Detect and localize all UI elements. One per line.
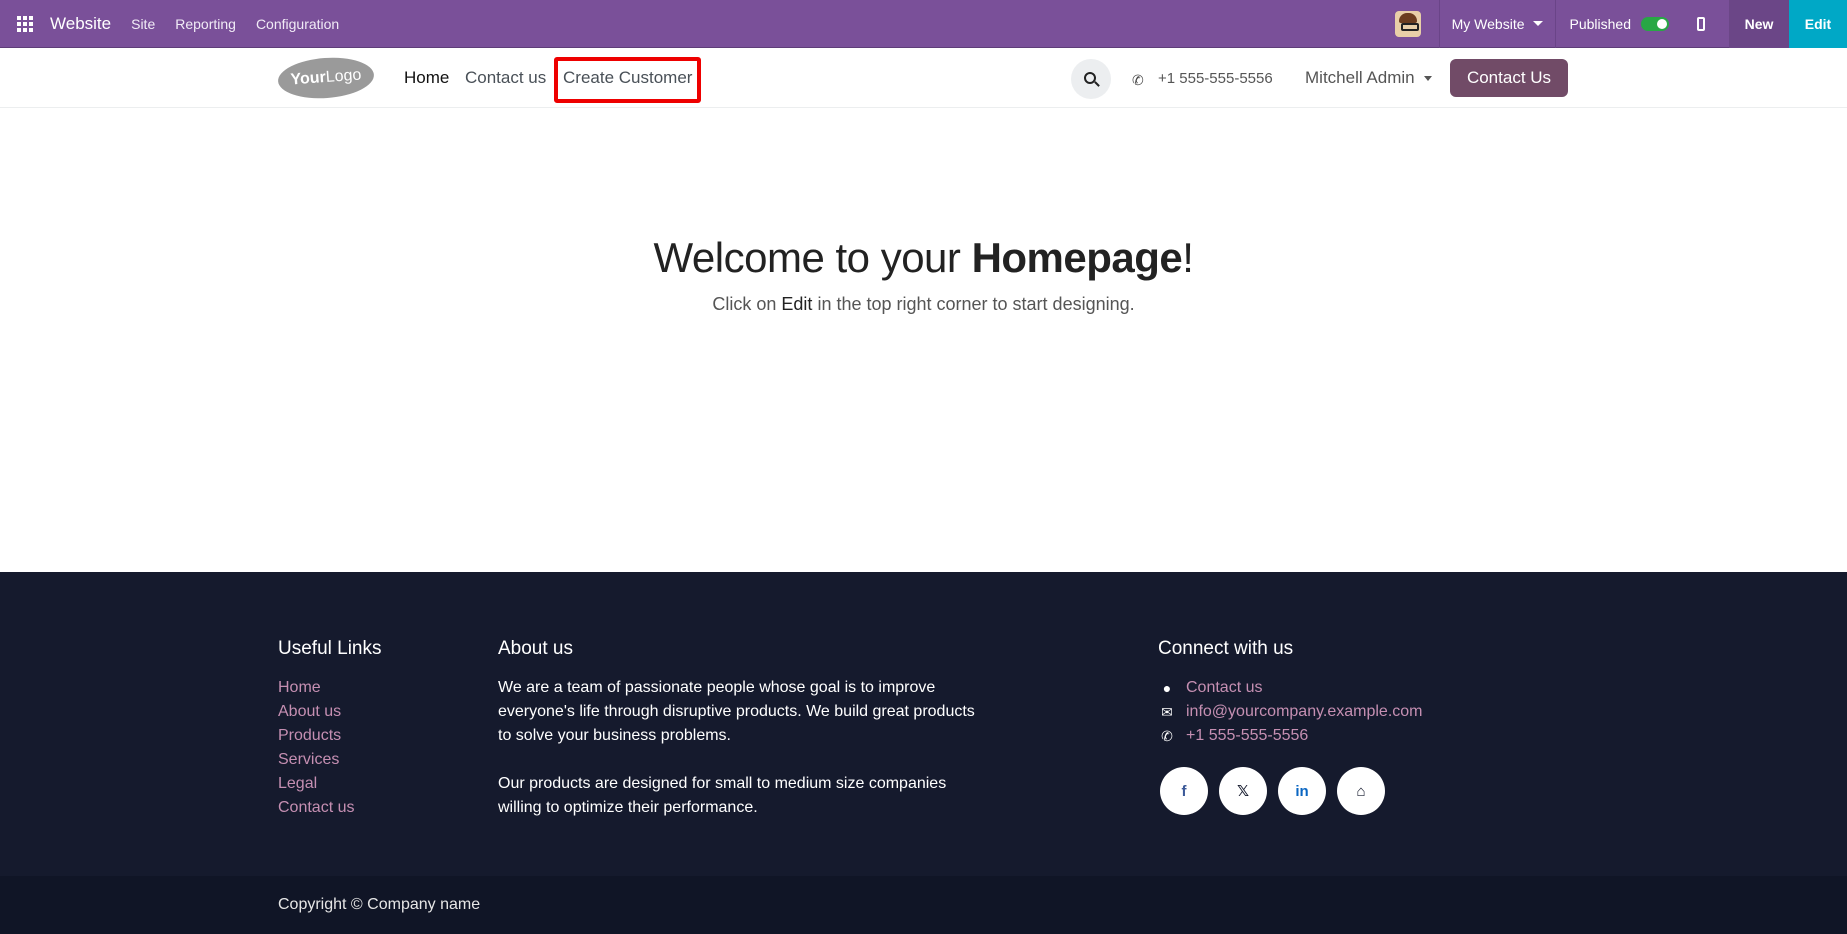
published-label: Published	[1569, 15, 1632, 32]
admin-topbar: Website Site Reporting Configuration My …	[0, 0, 1847, 48]
phone-icon: ✆	[1132, 72, 1144, 88]
about-line: to solve your business problems.	[498, 727, 731, 744]
menu-site[interactable]: Site	[131, 16, 155, 32]
chevron-down-icon	[1424, 76, 1432, 81]
footer-link-services[interactable]: Services	[278, 751, 339, 769]
app-name[interactable]: Website	[50, 14, 111, 34]
user-menu[interactable]: Mitchell Admin	[1305, 68, 1415, 88]
highlight-box	[554, 57, 701, 103]
contact-us-button[interactable]: Contact Us	[1450, 59, 1568, 97]
copyright-text: Copyright © Company name	[278, 896, 481, 913]
footer-link-home[interactable]: Home	[278, 679, 321, 697]
website-selector[interactable]: My Website	[1438, 0, 1556, 48]
facebook-icon[interactable]: f	[1160, 767, 1208, 815]
envelope-icon: ✉	[1161, 704, 1173, 720]
search-icon	[1084, 72, 1096, 84]
about-title: About us	[498, 638, 573, 659]
footer-link-products[interactable]: Products	[278, 727, 341, 745]
about-line: everyone's life through disruptive produ…	[498, 703, 975, 720]
website-selector-label: My Website	[1451, 15, 1525, 32]
site-header: Your Logo Home Contact us Create Customer…	[0, 48, 1847, 108]
edit-button[interactable]: Edit	[1789, 0, 1847, 48]
nav-contact-us[interactable]: Contact us	[465, 68, 546, 88]
connect-email-link[interactable]: info@yourcompany.example.com	[1186, 703, 1423, 721]
hero-title: Welcome to your Homepage!	[0, 234, 1847, 282]
hero-sub-prefix: Click on	[712, 294, 782, 314]
home-icon[interactable]: ⌂	[1337, 767, 1385, 815]
hero-sub-suffix: in the top right corner to start designi…	[812, 294, 1135, 314]
about-line: willing to optimize their performance.	[498, 799, 758, 816]
hero-title-suffix: !	[1182, 234, 1194, 281]
about-text-1: We are a team of passionate people whose…	[498, 676, 975, 748]
hero-title-prefix: Welcome to your	[653, 234, 972, 281]
published-toggle[interactable]: Published	[1556, 0, 1684, 48]
toggle-switch[interactable]	[1641, 16, 1669, 31]
mobile-preview-icon[interactable]	[1683, 0, 1719, 48]
new-button[interactable]: New	[1729, 0, 1789, 48]
chevron-down-icon	[1532, 21, 1543, 26]
comment-icon: ●	[1162, 680, 1172, 696]
header-phone[interactable]: +1 555-555-5556	[1158, 70, 1273, 87]
connect-title: Connect with us	[1158, 638, 1294, 659]
x-twitter-icon[interactable]: 𝕏	[1219, 767, 1267, 815]
logo-text-light: Logo	[325, 66, 362, 86]
connect-contact-link[interactable]: Contact us	[1186, 679, 1262, 697]
footer-link-about[interactable]: About us	[278, 703, 341, 721]
hero-subtitle: Click on Edit in the top right corner to…	[0, 294, 1847, 315]
apps-menu-icon[interactable]	[0, 0, 50, 48]
search-button[interactable]	[1071, 59, 1111, 99]
about-line: Our products are designed for small to m…	[498, 775, 947, 792]
hero-sub-edit: Edit	[781, 294, 813, 314]
about-text-2: Our products are designed for small to m…	[498, 772, 946, 820]
about-line: We are a team of passionate people whose…	[498, 679, 936, 696]
useful-links-title: Useful Links	[278, 638, 382, 659]
site-logo[interactable]: Your Logo	[276, 54, 376, 102]
linkedin-icon[interactable]: in	[1278, 767, 1326, 815]
phone-icon: ✆	[1161, 728, 1173, 744]
footer-link-legal[interactable]: Legal	[278, 775, 317, 793]
connect-phone-link[interactable]: +1 555-555-5556	[1186, 727, 1308, 745]
logo-text-bold: Your	[290, 69, 327, 89]
site-footer: Useful Links Home About us Products Serv…	[0, 572, 1847, 876]
hero-title-bold: Homepage	[971, 234, 1183, 281]
user-avatar[interactable]	[1394, 10, 1421, 37]
nav-home[interactable]: Home	[404, 68, 449, 88]
menu-configuration[interactable]: Configuration	[256, 16, 339, 32]
footer-link-contact[interactable]: Contact us	[278, 799, 354, 817]
menu-reporting[interactable]: Reporting	[175, 16, 236, 32]
copyright-bar: Copyright © Company name	[0, 876, 1847, 934]
